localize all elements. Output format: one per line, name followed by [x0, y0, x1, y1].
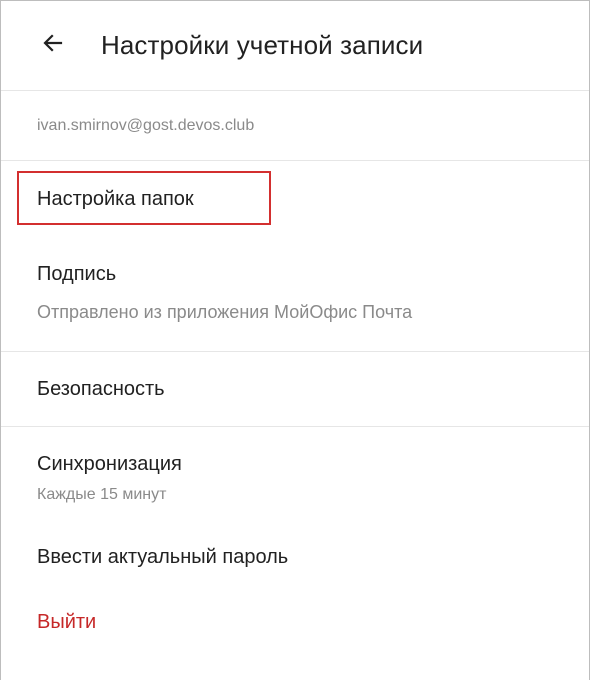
logout-label: Выйти	[37, 610, 97, 633]
signature-value: Отправлено из приложения МойОфис Почта	[37, 302, 413, 322]
logout-item[interactable]: Выйти	[1, 587, 589, 657]
account-email-row: ivan.smirnov@gost.devos.club	[1, 91, 589, 161]
back-button[interactable]	[39, 32, 67, 60]
signature-item[interactable]: Подпись Отправлено из приложения МойОфис…	[1, 237, 589, 351]
app-bar: Настройки учетной записи	[1, 1, 589, 91]
sync-item[interactable]: Синхронизация Каждые 15 минут	[1, 427, 589, 527]
page-title: Настройки учетной записи	[101, 30, 424, 60]
signature-label: Подпись	[37, 263, 117, 285]
enter-password-label: Ввести актуальный пароль	[37, 545, 289, 568]
security-item[interactable]: Безопасность	[1, 352, 589, 426]
sync-label: Синхронизация	[37, 453, 182, 475]
account-settings-screen: Настройки учетной записи ivan.smirnov@go…	[0, 0, 590, 680]
arrow-left-icon	[41, 31, 65, 60]
security-label: Безопасность	[37, 377, 165, 400]
account-email: ivan.smirnov@gost.devos.club	[37, 116, 255, 134]
sync-value: Каждые 15 минут	[37, 486, 167, 503]
folder-settings-label: Настройка папок	[37, 187, 194, 210]
folder-settings-item[interactable]: Настройка папок	[1, 161, 589, 237]
enter-password-item[interactable]: Ввести актуальный пароль	[1, 527, 589, 587]
